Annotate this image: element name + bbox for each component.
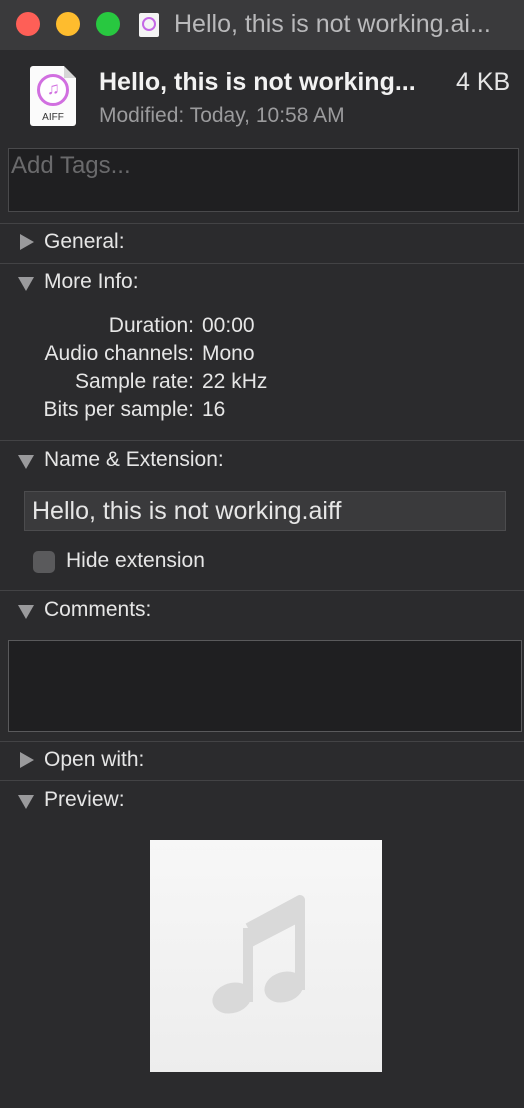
bits-per-sample-label: Bits per sample:: [43, 398, 194, 421]
comments-textarea[interactable]: [9, 641, 524, 735]
disclosure-collapsed-icon[interactable]: [20, 752, 34, 768]
bits-per-sample-value: 16: [202, 398, 226, 421]
title-file-icon: [139, 13, 159, 37]
sample-rate-value: 22 kHz: [202, 370, 268, 393]
divider: [0, 590, 524, 591]
audio-channels-value: Mono: [202, 342, 255, 365]
close-button[interactable]: [16, 12, 40, 36]
window-titlebar: Hello, this is not working.ai...: [0, 0, 524, 50]
file-size: 4 KB: [456, 68, 511, 96]
window-title: Hello, this is not working.ai...: [174, 10, 491, 38]
section-comments[interactable]: Comments:: [0, 594, 524, 630]
aiff-file-icon: ♫ AIFF: [30, 66, 76, 126]
section-open-with-label: Open with:: [44, 748, 145, 771]
music-note-icon: [212, 895, 305, 1014]
modified-value: Today, 10:58 AM: [189, 104, 345, 127]
preview-image: [150, 840, 382, 1072]
divider: [0, 741, 524, 742]
file-name-heading: Hello, this is not working...: [99, 68, 416, 96]
duration-value: 00:00: [202, 314, 255, 337]
disclosure-expanded-icon[interactable]: [18, 455, 34, 469]
file-name-field[interactable]: [24, 491, 519, 531]
comments-field[interactable]: [8, 640, 524, 735]
section-more-info[interactable]: More Info:: [0, 266, 524, 302]
disclosure-expanded-icon[interactable]: [18, 795, 34, 809]
disclosure-expanded-icon[interactable]: [18, 277, 34, 291]
tags-field[interactable]: [8, 148, 522, 212]
disclosure-collapsed-icon[interactable]: [20, 234, 34, 250]
divider: [0, 440, 524, 441]
section-general[interactable]: General:: [0, 226, 524, 262]
section-general-label: General:: [44, 230, 125, 253]
modified-info: Modified: Today, 10:58 AM: [99, 104, 345, 128]
file-type-badge: AIFF: [42, 112, 64, 123]
hide-extension-label[interactable]: Hide extension: [66, 549, 205, 573]
section-preview[interactable]: Preview:: [0, 784, 524, 820]
modified-label: Modified:: [99, 104, 185, 127]
zoom-button[interactable]: [96, 12, 120, 36]
section-comments-label: Comments:: [44, 598, 152, 621]
divider: [0, 223, 524, 224]
audio-channels-label: Audio channels:: [44, 342, 194, 365]
sample-rate-label: Sample rate:: [74, 370, 194, 393]
disclosure-expanded-icon[interactable]: [18, 605, 34, 619]
divider: [0, 780, 524, 781]
divider: [0, 263, 524, 264]
section-preview-label: Preview:: [44, 788, 125, 811]
duration-label: Duration:: [108, 314, 194, 337]
section-open-with[interactable]: Open with:: [0, 744, 524, 780]
minimize-button[interactable]: [56, 12, 80, 36]
file-name-input[interactable]: [25, 492, 519, 530]
section-name-extension[interactable]: Name & Extension:: [0, 444, 524, 480]
section-more-info-label: More Info:: [44, 270, 139, 293]
section-name-extension-label: Name & Extension:: [44, 448, 224, 471]
tags-input[interactable]: [9, 149, 522, 183]
hide-extension-checkbox[interactable]: [33, 551, 55, 573]
